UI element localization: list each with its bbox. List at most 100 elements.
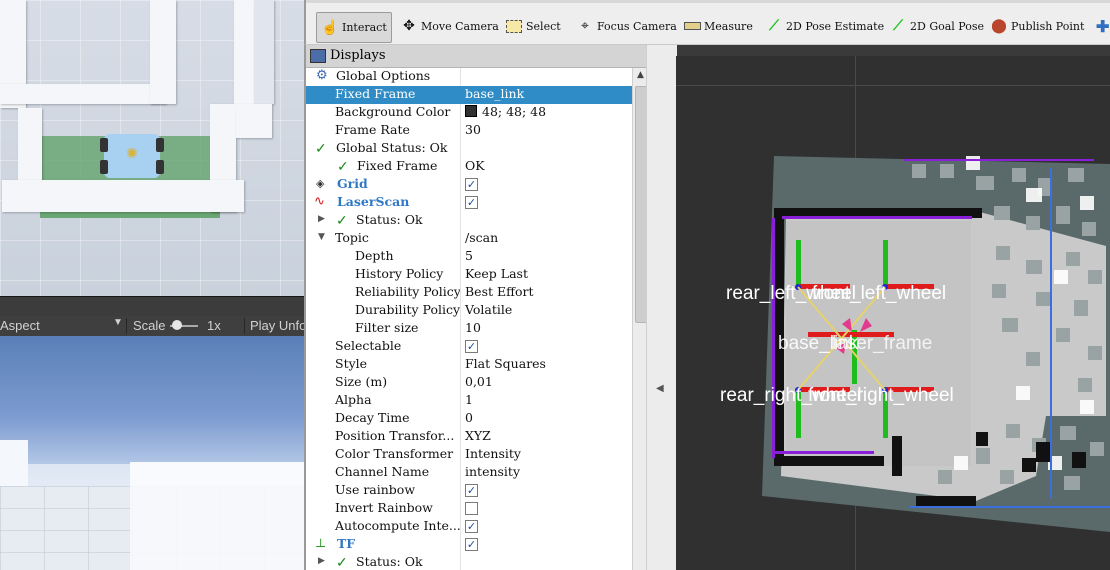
unity-game-toolbar: Aspect ▼ Scale 1x Play Unfo (0, 316, 304, 336)
checkmark-icon: ✓ (315, 141, 327, 157)
tree-row-background-color[interactable]: Background Color 48; 48; 48 (306, 104, 632, 122)
measure-label: Measure (704, 19, 753, 33)
publish-point-tool[interactable]: ⬤ Publish Point (990, 12, 1084, 40)
frame-rate-value[interactable]: 30 (465, 122, 481, 137)
reliability-policy-label: Reliability Policy (355, 284, 461, 299)
tree-row-grid[interactable]: ◈ Grid ✓ (306, 176, 632, 194)
chevron-right-icon[interactable]: ▶ (318, 214, 325, 224)
laser-status-label: Status: Ok (356, 212, 423, 227)
move-camera-tool[interactable]: ✥ Move Camera (400, 12, 499, 40)
tree-row-depth[interactable]: Depth 5 (306, 248, 632, 266)
tree-row-invert-rainbow[interactable]: Invert Rainbow (306, 500, 632, 518)
tree-row-history-policy[interactable]: History Policy Keep Last (306, 266, 632, 284)
chevron-down-icon[interactable]: ▼ (113, 317, 123, 328)
scroll-up-icon[interactable]: ▲ (637, 70, 644, 80)
style-label: Style (335, 356, 368, 371)
tree-row-use-rainbow[interactable]: Use rainbow ✓ (306, 482, 632, 500)
map-pin-icon: ⬤ (991, 18, 1007, 34)
game-view[interactable] (0, 336, 304, 570)
channel-name-value[interactable]: intensity (465, 464, 520, 479)
color-transformer-value[interactable]: Intensity (465, 446, 521, 461)
tree-row-autocompute[interactable]: Autocompute Inte... ✓ (306, 518, 632, 536)
wall (236, 104, 272, 138)
collapse-left-icon[interactable]: ◀ (656, 383, 664, 394)
chevron-right-icon[interactable]: ▶ (318, 556, 325, 566)
tree-row-global-status[interactable]: ✓ Global Status: Ok (306, 140, 632, 158)
background-color-label: Background Color (335, 104, 451, 119)
grid-enabled-checkbox[interactable]: ✓ (465, 178, 478, 191)
tree-row-size[interactable]: Size (m) 0,01 (306, 374, 632, 392)
scene-view[interactable]: ✺ (0, 0, 304, 296)
scale-slider-handle[interactable] (172, 320, 182, 330)
laserscan-enabled-checkbox[interactable]: ✓ (465, 196, 478, 209)
interact-label: Interact (342, 21, 387, 34)
fixed-frame-value[interactable]: base_link (465, 86, 524, 101)
panel-splitter[interactable]: ◀ (646, 45, 677, 570)
robot-model[interactable]: ✺ (100, 134, 164, 178)
tree-row-position-transformer[interactable]: Position Transfor... XYZ (306, 428, 632, 446)
wall (234, 0, 254, 104)
color-transformer-label: Color Transformer (335, 446, 454, 461)
focus-camera-tool[interactable]: ⌖ Focus Camera (576, 12, 677, 40)
green-arrow-icon: ⟋ (769, 18, 779, 34)
axes-icon: ⊥ (315, 536, 327, 550)
decay-time-value[interactable]: 0 (465, 410, 473, 425)
add-tool-icon[interactable]: ✚ (1096, 12, 1109, 40)
selectable-checkbox[interactable]: ✓ (465, 340, 478, 353)
tf-status-label: Status: Ok (356, 554, 423, 569)
tree-row-tf-status[interactable]: ▶ ✓ Status: Ok (306, 554, 632, 570)
topic-value[interactable]: /scan (465, 230, 498, 245)
reliability-policy-value[interactable]: Best Effort (465, 284, 534, 299)
use-rainbow-checkbox[interactable]: ✓ (465, 484, 478, 497)
tree-row-channel-name[interactable]: Channel Name intensity (306, 464, 632, 482)
pose-estimate-tool[interactable]: ⟋ 2D Pose Estimate (765, 12, 884, 40)
tree-row-color-transformer[interactable]: Color Transformer Intensity (306, 446, 632, 464)
tree-row-style[interactable]: Style Flat Squares (306, 356, 632, 374)
position-transformer-value[interactable]: XYZ (465, 428, 491, 443)
tree-row-fixed-frame-status[interactable]: ✓ Fixed Frame OK (306, 158, 632, 176)
tree-row-filter-size[interactable]: Filter size 10 (306, 320, 632, 338)
depth-value[interactable]: 5 (465, 248, 473, 263)
move-camera-label: Move Camera (421, 19, 499, 33)
tree-row-reliability-policy[interactable]: Reliability Policy Best Effort (306, 284, 632, 302)
chevron-down-icon[interactable]: ▼ (318, 232, 325, 242)
tree-row-decay-time[interactable]: Decay Time 0 (306, 410, 632, 428)
background-color-value[interactable]: 48; 48; 48 (465, 104, 546, 119)
tf-label-front-left-wheel: front_left_wheel (812, 283, 947, 304)
invert-rainbow-checkbox[interactable] (465, 502, 478, 515)
filter-size-value[interactable]: 10 (465, 320, 481, 335)
goal-pose-tool[interactable]: ⟋ 2D Goal Pose (889, 12, 984, 40)
size-value[interactable]: 0,01 (465, 374, 493, 389)
play-focused-dropdown[interactable]: Play Unfo (250, 318, 304, 333)
tree-row-tf[interactable]: ⊥ TF ✓ (306, 536, 632, 554)
tree-row-global-options[interactable]: ⚙ Global Options (306, 68, 632, 86)
alpha-value[interactable]: 1 (465, 392, 473, 407)
displays-panel: Displays ⚙ Global Options Fixed Frame ba… (304, 45, 649, 570)
alpha-label: Alpha (335, 392, 372, 407)
tree-row-fixed-frame[interactable]: Fixed Frame base_link (306, 86, 632, 104)
durability-policy-value[interactable]: Volatile (465, 302, 512, 317)
tree-row-laser-status[interactable]: ▶ ✓ Status: Ok (306, 212, 632, 230)
pose-estimate-label: 2D Pose Estimate (786, 19, 885, 33)
tree-row-selectable[interactable]: Selectable ✓ (306, 338, 632, 356)
tree-row-frame-rate[interactable]: Frame Rate 30 (306, 122, 632, 140)
size-label: Size (m) (335, 374, 388, 389)
tf-enabled-checkbox[interactable]: ✓ (465, 538, 478, 551)
measure-tool[interactable]: Measure (683, 12, 753, 40)
displays-tree[interactable]: ⚙ Global Options Fixed Frame base_link B… (306, 68, 632, 570)
use-rainbow-label: Use rainbow (335, 482, 416, 497)
tree-row-durability-policy[interactable]: Durability Policy Volatile (306, 302, 632, 320)
tree-row-topic[interactable]: ▼ Topic /scan (306, 230, 632, 248)
map-svg (762, 156, 1110, 532)
history-policy-value[interactable]: Keep Last (465, 266, 528, 281)
depth-label: Depth (355, 248, 394, 263)
tree-row-alpha[interactable]: Alpha 1 (306, 392, 632, 410)
aspect-dropdown[interactable]: Aspect (0, 318, 40, 333)
displays-title: Displays (330, 48, 386, 63)
select-tool[interactable]: Select (505, 12, 561, 40)
autocompute-checkbox[interactable]: ✓ (465, 520, 478, 533)
render-view-3d[interactable]: rear_left_wheel front_left_wheel base_li… (676, 56, 1110, 570)
style-value[interactable]: Flat Squares (465, 356, 546, 371)
interact-tool[interactable]: ☝ Interact (316, 12, 392, 43)
tree-row-laserscan[interactable]: ∿ LaserScan ✓ (306, 194, 632, 212)
